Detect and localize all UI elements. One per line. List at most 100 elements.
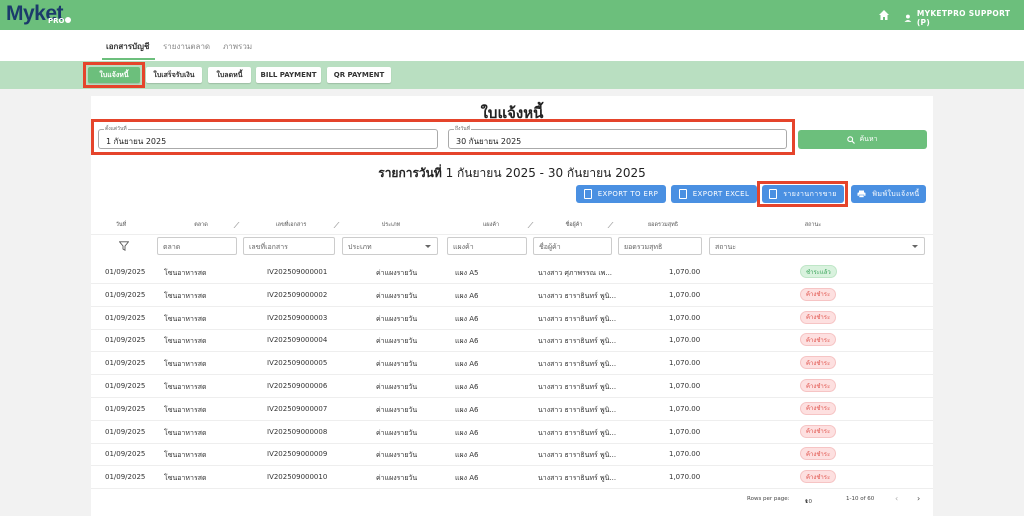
sales-report-button[interactable]: รายงานการขาย	[762, 185, 844, 203]
header-type[interactable]: ประเภท	[382, 221, 401, 229]
cell-date: 01/09/2025	[105, 359, 146, 368]
logo-sub-text: PRO	[48, 17, 65, 25]
cell-market: โซนอาหารสด	[164, 474, 207, 483]
header-total[interactable]: ยอดรวมสุทธิ	[648, 221, 678, 229]
to-date-value: 30 กันยายน 2025	[456, 137, 522, 146]
page-range: 1-10 of 60	[846, 496, 875, 502]
header-stall[interactable]: แผงค้า	[483, 221, 499, 229]
header-status[interactable]: สถานะ	[805, 221, 822, 229]
market-filter[interactable]: ตลาด	[157, 237, 237, 255]
chevron-down-icon	[912, 245, 918, 248]
cell-stall: แผง A6	[455, 451, 479, 460]
status-filter-placeholder: สถานะ	[715, 243, 736, 251]
cell-type: ค่าแผงรายวัน	[376, 314, 418, 323]
type-filter[interactable]: ประเภท	[342, 237, 438, 255]
tab-market-report[interactable]: รายงานตลาด	[163, 40, 210, 53]
cell-type: ค่าแผงรายวัน	[376, 405, 418, 414]
filter-icon[interactable]	[119, 241, 129, 251]
header-market[interactable]: ตลาด	[194, 221, 208, 229]
table-row[interactable]: 01/09/2025 โซนอาหารสด IV202509000007 ค่าแผง…	[91, 398, 933, 421]
page-title: ใบแจ้งหนี้	[480, 104, 544, 122]
export-erp-button[interactable]: EXPORT TO ERP	[576, 185, 666, 203]
table-row[interactable]: 01/09/2025 โซนอาหารสด IV202509000003 ค่าแผง…	[91, 307, 933, 330]
search-icon	[847, 135, 856, 144]
stall-filter[interactable]: แผงค้า	[447, 237, 527, 255]
table-row[interactable]: 01/09/2025 โซนอาหารสด IV202509000010 ค่าแผง…	[91, 466, 933, 490]
cell-stall: แผง A6	[455, 428, 479, 437]
table-row[interactable]: 01/09/2025 โซนอาหารสด IV202509000004 ค่าแผง…	[91, 329, 933, 353]
doc-tab-bill-payment[interactable]: BILL PAYMENT	[256, 67, 321, 83]
table-row[interactable]: 01/09/2025 โซนอาหารสด IV202509000005 ค่าแผง…	[91, 352, 933, 376]
cell-merchant: นางสาว ธาราธินทร์ พูนิ...	[538, 337, 617, 346]
doc-tab-invoice[interactable]: ใบแจ้งหนี้	[88, 67, 140, 83]
cell-date: 01/09/2025	[105, 313, 146, 322]
status-badge: ค้างชำระ	[800, 470, 837, 484]
doc-no-filter[interactable]: เลขที่เอกสาร	[243, 237, 335, 255]
sub-nav: เอกสารบัญชี รายงานตลาด ภาพรวม	[0, 30, 1024, 61]
cell-stall: แผง A6	[455, 383, 479, 391]
export-excel-button[interactable]: EXPORT EXCEL	[671, 185, 757, 203]
to-date-label: ถึงวันที่	[454, 125, 471, 133]
table-row[interactable]: 01/09/2025 โซนอาหารสด IV202509000001 ค่าแผง…	[91, 261, 933, 284]
table-row[interactable]: 01/09/2025 โซนอาหารสด IV202509000002 ค่าแผง…	[91, 284, 933, 307]
cell-stall: แผง A6	[455, 314, 479, 323]
cell-merchant: นางสาว ธาราธินทร์ พูนิ...	[538, 360, 617, 369]
merchant-filter-placeholder: ชื่อผู้ค้า	[539, 243, 561, 251]
cell-type: ค่าแผงรายวัน	[376, 291, 418, 300]
doc-tab-qr-payment[interactable]: QR PAYMENT	[327, 67, 391, 83]
prev-page-icon[interactable]: ‹	[895, 494, 898, 503]
cell-date: 01/09/2025	[105, 473, 146, 482]
column-resize-handle[interactable]	[228, 222, 240, 228]
search-button[interactable]: ค้นหา	[798, 130, 927, 149]
merchant-filter[interactable]: ชื่อผู้ค้า	[533, 237, 612, 255]
document-icon	[583, 189, 592, 199]
status-badge: ค้างชำระ	[800, 379, 837, 392]
cell-doc-no: IV202509000001	[267, 268, 328, 276]
column-resize-handle[interactable]	[602, 222, 614, 228]
cell-total: 1,070.00	[669, 473, 701, 482]
next-page-icon[interactable]: ›	[917, 494, 920, 503]
cell-market: โซนอาหารสด	[164, 360, 207, 369]
table-row[interactable]: 01/09/2025 โซนอาหารสด IV202509000009 ค่าแผง…	[91, 443, 933, 467]
cell-merchant: นางสาว ธาราธินทร์ พูนิ...	[538, 314, 617, 323]
cell-market: โซนอาหารสด	[164, 405, 207, 414]
doc-tab-credit-note[interactable]: ใบลดหนี้	[208, 67, 251, 83]
document-icon	[678, 189, 687, 199]
cell-date: 01/09/2025	[105, 290, 146, 299]
cell-stall: แผง A6	[455, 291, 479, 300]
column-resize-handle[interactable]	[328, 222, 340, 228]
total-filter[interactable]: ยอดรวมสุทธิ	[618, 237, 702, 255]
table-row[interactable]: 01/09/2025 โซนอาหารสด IV202509000008 ค่าแผง…	[91, 421, 933, 444]
print-invoice-button[interactable]: พิมพ์ใบแจ้งหนี้	[851, 185, 926, 203]
tab-overview[interactable]: ภาพรวม	[223, 40, 252, 53]
doc-type-bar: ใบแจ้งหนี้ ใบเสร็จรับเงิน ใบลดหนี้ BILL …	[0, 61, 1024, 89]
search-button-label: ค้นหา	[859, 135, 878, 143]
print-invoice-label: พิมพ์ใบแจ้งหนี้	[872, 189, 920, 198]
user-menu[interactable]: MYKETPRO SUPPORT (P)	[904, 9, 1024, 27]
cell-total: 1,070.00	[669, 359, 701, 368]
status-badge: ค้างชำระ	[800, 356, 837, 370]
cell-type: ค่าแผงรายวัน	[376, 474, 418, 483]
cell-merchant: นางสาว ธาราธินทร์ พูนิ...	[538, 405, 617, 414]
column-resize-handle[interactable]	[522, 222, 534, 228]
to-date-field[interactable]: ถึงวันที่ 30 กันยายน 2025	[448, 125, 787, 149]
cell-market: โซนอาหารสด	[164, 451, 207, 460]
cell-total: 1,070.00	[669, 450, 701, 459]
home-icon[interactable]	[878, 9, 890, 21]
header-merchant[interactable]: ชื่อผู้ค้า	[565, 221, 582, 229]
sales-report-label: รายงานการขาย	[783, 189, 837, 198]
tab-accounting-docs[interactable]: เอกสารบัญชี	[106, 40, 149, 53]
header-date[interactable]: วันที่	[116, 221, 126, 229]
table-row[interactable]: 01/09/2025 โซนอาหารสด IV202509000006 ค่าแผง…	[91, 375, 933, 398]
doc-tab-receipt[interactable]: ใบเสร็จรับเงิน	[146, 67, 202, 83]
status-filter[interactable]: สถานะ	[709, 237, 925, 255]
doc-no-filter-placeholder: เลขที่เอกสาร	[249, 243, 288, 251]
cell-total: 1,070.00	[669, 336, 701, 345]
cell-stall: แผง A6	[455, 405, 479, 414]
header-doc-no[interactable]: เลขที่เอกสาร	[276, 221, 307, 229]
from-date-field[interactable]: ตั้งแต่วันที่ 1 กันยายน 2025	[98, 125, 438, 149]
cell-merchant: นางสาว ธาราธินทร์ พูนิ...	[538, 291, 617, 300]
cell-merchant: นางสาว ธาราธินทร์ พูนิ...	[538, 451, 617, 460]
cell-total: 1,070.00	[669, 404, 701, 413]
cell-merchant: นางสาว ธาราธินทร์ พูนิ...	[538, 474, 617, 483]
